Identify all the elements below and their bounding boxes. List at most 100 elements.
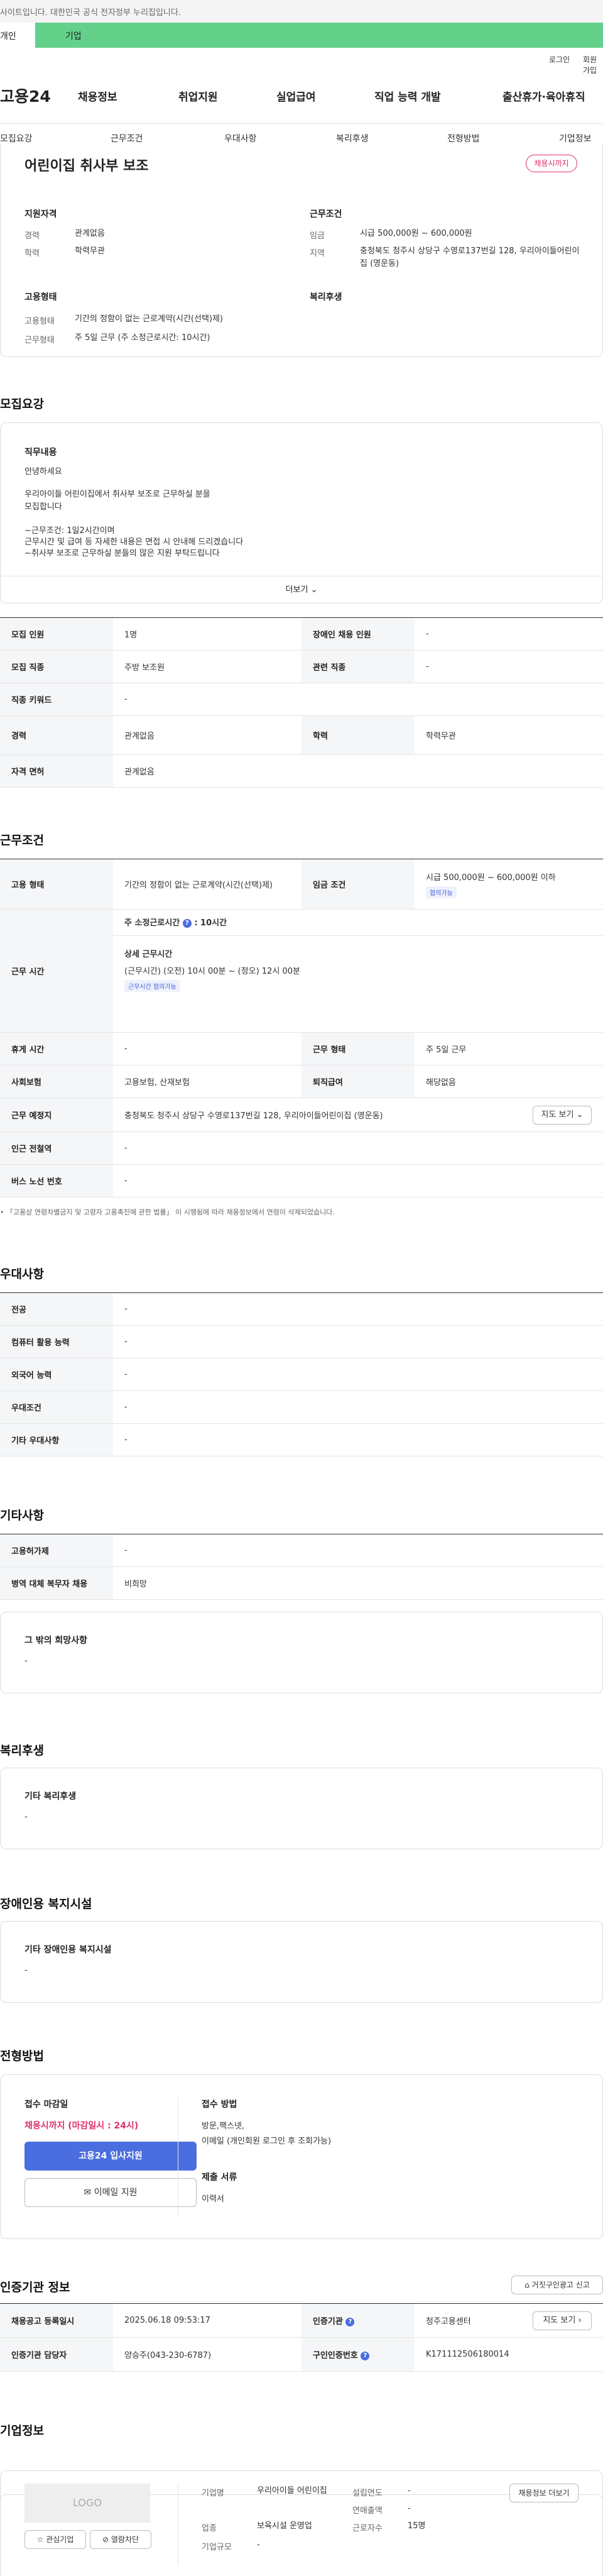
job-title: 어린이집 취사부 보조 <box>24 158 149 174</box>
tab-company[interactable]: 기업 <box>35 23 603 48</box>
table-row: 외국어 능력 - <box>0 1358 603 1391</box>
company-scale-value: - <box>257 2540 260 2550</box>
td: - <box>415 617 603 651</box>
edu-key: 학력 <box>24 249 40 258</box>
table-row: 우대조건 - <box>0 1390 603 1424</box>
subnav-company[interactable]: 기업정보 <box>559 132 592 145</box>
td: - <box>113 1164 603 1197</box>
company-jobs-button[interactable]: 채용정보 더보기 <box>509 2484 579 2502</box>
th: 구인인증번호 ? <box>302 2337 415 2372</box>
email-apply-button[interactable]: ✉ 이메일 지원 <box>24 2178 197 2207</box>
report-icon: ⌂ <box>524 2281 530 2289</box>
emptype-value: 기간의 정함이 없는 근로계약(시간(선택)제) <box>75 314 224 324</box>
subnav-welfare[interactable]: 복리후생 <box>336 132 369 145</box>
th: 퇴직급여 <box>302 1065 415 1098</box>
favorite-button[interactable]: ☆ 관심기업 <box>24 2530 86 2549</box>
nav-parental-leave[interactable]: 출산휴가·육아휴직 <box>503 88 585 104</box>
td: 관계없음 <box>113 754 603 788</box>
subnav-process[interactable]: 전형방법 <box>447 132 480 145</box>
etc-title: 기타사항 <box>0 1509 44 1522</box>
subnav-conditions[interactable]: 근무조건 <box>111 132 143 145</box>
hours-negotiable-badge: 근무시간 협의가능 <box>124 980 180 992</box>
th: 직종 키워드 <box>0 683 113 716</box>
email-apply-label: 이메일 지원 <box>94 2188 138 2198</box>
th: 우대조건 <box>0 1390 113 1424</box>
company-logo: LOGO <box>24 2484 150 2523</box>
block-button[interactable]: ⊘ 열람차단 <box>90 2530 151 2549</box>
table-row: 근무 예정지 충청북도 청주시 상당구 수영로137번길 128, 우리아이들어린… <box>0 1098 603 1132</box>
td: - <box>415 650 603 683</box>
block-label: 열람차단 <box>111 2535 139 2544</box>
td: - <box>113 683 603 716</box>
map-button[interactable]: 지도 보기 ⌄ <box>533 1106 592 1125</box>
company-scale-key: 기업규모 <box>202 2543 232 2552</box>
nav-unemployment[interactable]: 실업급여 <box>276 88 316 104</box>
th: 외국어 능력 <box>0 1358 113 1391</box>
cert-table: 채용공고 등록일시 2025.06.18 09:53:17 인증기관 ? 청주고용센터… <box>0 2303 603 2372</box>
help-icon[interactable]: ? <box>182 918 192 928</box>
duty-heading: 직무내용 <box>24 448 57 458</box>
subnav-recruit[interactable]: 모집요강 <box>0 132 33 145</box>
company-name-value: 우리아이들 어린이집 <box>257 2486 327 2496</box>
table-row: 전공 - <box>0 1292 603 1326</box>
help-icon[interactable]: ? <box>345 2317 355 2326</box>
th: 컴퓨터 활용 능력 <box>0 1325 113 1358</box>
subnav-preferences[interactable]: 우대사항 <box>224 132 257 145</box>
report-button[interactable]: ⌂ 거짓구인광고 신고 <box>511 2276 603 2294</box>
worktype-value: 주 5일 근무 (주 소정근로시간: 10시간) <box>75 333 210 343</box>
area-value: 충청북도 청주시 상당구 수영로137번길 128, 우리아이들어린이집 (영운… <box>360 246 580 268</box>
banner-text: 사이트입니다. 대한민국 공식 전자정부 누리집입니다. <box>0 8 181 18</box>
process-card: 접수 마감일 채용시까지 (마감일시 : 24시) 고용24 입사지원 ✉ 이메… <box>0 2074 603 2239</box>
join-link[interactable]: 회원가입 <box>583 54 603 75</box>
th: 자격 면허 <box>0 754 113 788</box>
pref-title: 우대사항 <box>0 1267 44 1281</box>
th: 버스 노선 번호 <box>0 1164 113 1197</box>
table-row: 경력 관계없음 학력 학력무관 <box>0 715 603 755</box>
duty-line: 모집합니다 <box>24 502 62 512</box>
help-icon[interactable]: ? <box>361 2351 370 2360</box>
company-sales-value: - <box>408 2504 411 2513</box>
duty-line: 우리아이들 어린이집에서 취사부 보조로 근무하실 분을 <box>24 490 210 499</box>
td: 기간의 정함이 없는 근로계약(시간(선택)제) <box>113 859 302 910</box>
th: 인증기관 담당자 <box>0 2337 113 2372</box>
qualification-heading: 지원자격 <box>24 209 57 219</box>
welfare-title: 복리후생 <box>0 1744 44 1758</box>
th: 경력 <box>0 715 113 755</box>
td: - <box>113 1534 603 1567</box>
disability-box-title: 기타 장애인용 복지시설 <box>24 1945 112 1955</box>
nav-jobs[interactable]: 채용정보 <box>78 88 117 104</box>
disability-title: 장애인용 복지시설 <box>0 1897 92 1911</box>
docs-value: 이력서 <box>202 2194 224 2204</box>
th: 채용공고 등록일시 <box>0 2303 113 2338</box>
td: 시급 500,000원 ~ 600,000원 이하 협의가능 <box>415 859 603 910</box>
duty-line: ~근무조건: 1일2시간이며 <box>24 526 115 536</box>
th: 기타 우대사항 <box>0 1423 113 1456</box>
td: 1명 <box>113 617 302 651</box>
th: 고용허가제 <box>0 1534 113 1567</box>
mail-icon: ✉ <box>84 2188 92 2198</box>
login-link[interactable]: 로그인 <box>549 54 570 65</box>
more-button[interactable]: 더보기 ⌄ <box>1 576 602 603</box>
work-table: 고용 형태 기간의 정함이 없는 근로계약(시간(선택)제) 임금 조건 시급 500… <box>0 859 603 1197</box>
welfare-card: 기타 복리후생 - <box>0 1768 603 1849</box>
area-key: 지역 <box>310 249 325 258</box>
td: - <box>113 1423 603 1456</box>
cert-org-value: 청주고용센터 <box>426 2317 471 2326</box>
table-row: 모집 인원 1명 장애인 채용 인원 - <box>0 617 603 651</box>
cert-map-label: 지도 보기 <box>543 2316 576 2325</box>
th: 전공 <box>0 1292 113 1326</box>
site-logo[interactable]: 고용24 <box>0 84 51 107</box>
tab-personal[interactable]: 개인 <box>0 23 35 48</box>
cert-map-button[interactable]: 지도 보기 › <box>533 2311 592 2330</box>
nav-employment-support[interactable]: 취업지원 <box>178 88 218 104</box>
recruit-table: 모집 인원 1명 장애인 채용 인원 - 모집 직종 주방 보조원 관련 직종 - 직종 키… <box>0 617 603 788</box>
table-row: 직종 키워드 - <box>0 683 603 716</box>
th: 임금 조건 <box>302 859 415 910</box>
th: 모집 인원 <box>0 617 113 651</box>
apply-button[interactable]: 고용24 입사지원 <box>24 2142 197 2171</box>
company-emp-key: 근로자수 <box>352 2524 383 2533</box>
td: 해당없음 <box>415 1065 603 1098</box>
nav-training[interactable]: 직업 능력 개발 <box>374 88 441 104</box>
detail-value: (근무시간) (오전) 10시 00분 ~ (정오) 12시 00분 <box>124 967 300 976</box>
table-row: 고용허가제 - <box>0 1534 603 1567</box>
